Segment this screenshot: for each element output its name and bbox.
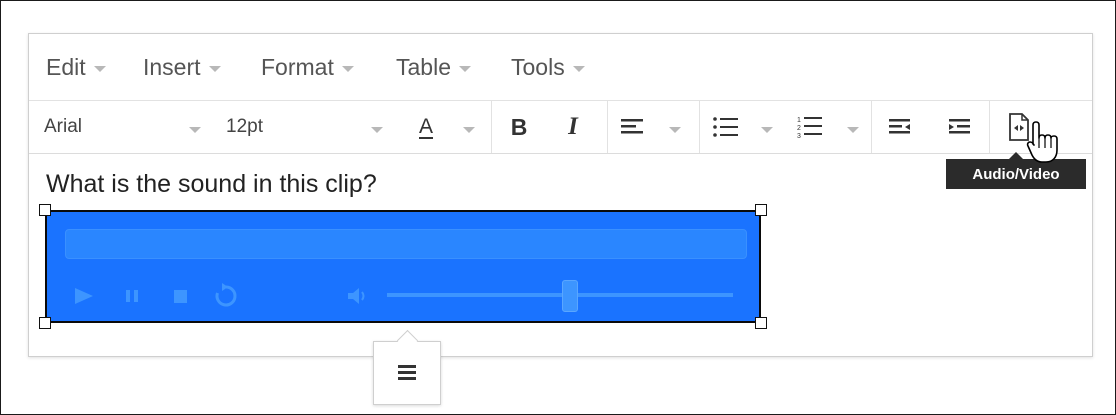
font-color-button[interactable]: A xyxy=(419,101,479,153)
menu-table-label: Table xyxy=(396,54,451,80)
editor-content-area[interactable]: What is the sound in this clip? xyxy=(29,153,1092,356)
replay-button[interactable] xyxy=(213,283,239,309)
align-left-button[interactable] xyxy=(621,101,686,153)
menu-format-label: Format xyxy=(261,54,334,80)
menu-tools-label: Tools xyxy=(511,54,565,80)
stop-icon xyxy=(174,290,187,303)
italic-button[interactable]: I xyxy=(559,101,587,153)
toolbar-separator xyxy=(607,101,608,153)
resize-handle-top-right[interactable] xyxy=(755,204,767,216)
resize-handle-bottom-left[interactable] xyxy=(39,317,51,329)
tooltip-arrow xyxy=(1009,152,1023,159)
chevron-down-icon xyxy=(847,127,859,133)
menu-bar: Edit Insert Format Table Tools xyxy=(29,34,1092,100)
chevron-down-icon xyxy=(463,127,475,133)
replay-icon xyxy=(215,283,237,307)
svg-text:1: 1 xyxy=(797,117,801,124)
italic-glyph: I xyxy=(568,113,578,140)
indent-button[interactable] xyxy=(945,101,975,153)
toolbar-separator xyxy=(871,101,872,153)
outdent-button[interactable] xyxy=(885,101,915,153)
formatting-toolbar: Arial 12pt A B I 1 2 3 xyxy=(29,100,1092,154)
pause-button[interactable] xyxy=(119,283,145,309)
play-button[interactable] xyxy=(71,283,97,309)
bullet-list-button[interactable] xyxy=(713,101,777,153)
numbered-list-icon: 1 2 3 xyxy=(797,117,822,139)
chevron-down-icon xyxy=(208,65,221,72)
bold-glyph: B xyxy=(510,113,528,140)
indent-icon xyxy=(949,119,970,134)
question-text: What is the sound in this clip? xyxy=(46,170,377,198)
toolbar-separator xyxy=(699,101,700,153)
menu-insert-label: Insert xyxy=(143,54,201,80)
menu-edit-label: Edit xyxy=(46,54,86,80)
menu-tools[interactable]: Tools xyxy=(511,54,585,81)
hand-pointer-cursor-icon xyxy=(1026,120,1060,169)
toolbar-separator xyxy=(491,101,492,153)
chevron-down-icon xyxy=(761,127,773,133)
tooltip: Audio/Video xyxy=(946,152,1086,189)
resize-handle-top-left[interactable] xyxy=(39,204,51,216)
menu-insert[interactable]: Insert xyxy=(143,54,221,81)
numbered-list-button[interactable]: 1 2 3 xyxy=(797,101,861,153)
chevron-down-icon xyxy=(371,127,383,133)
hamburger-icon xyxy=(398,365,416,380)
rich-text-editor: Edit Insert Format Table Tools Arial 12p… xyxy=(28,33,1093,357)
context-toolbar-popup xyxy=(373,329,441,405)
font-size-select[interactable]: 12pt xyxy=(226,101,386,153)
outdent-icon xyxy=(889,119,910,134)
resize-handle-bottom-right[interactable] xyxy=(755,317,767,329)
play-icon xyxy=(75,288,93,304)
chevron-down-icon xyxy=(572,65,585,72)
align-left-icon xyxy=(621,119,643,134)
svg-text:3: 3 xyxy=(797,133,801,139)
menu-edit[interactable]: Edit xyxy=(46,54,106,81)
font-family-value: Arial xyxy=(44,116,83,137)
chevron-down-icon xyxy=(189,127,201,133)
alignment-menu-button[interactable] xyxy=(393,362,421,384)
svg-text:2: 2 xyxy=(797,125,801,132)
bullet-list-icon xyxy=(713,117,738,137)
volume-slider-track[interactable] xyxy=(387,293,733,297)
mute-button[interactable] xyxy=(345,283,371,309)
pause-icon xyxy=(126,290,138,302)
chevron-down-icon xyxy=(669,127,681,133)
chevron-down-icon xyxy=(93,65,106,72)
font-family-select[interactable]: Arial xyxy=(44,101,204,153)
media-player[interactable] xyxy=(45,210,761,323)
volume-icon xyxy=(348,288,365,304)
menu-format[interactable]: Format xyxy=(261,54,354,81)
media-progress-bar[interactable] xyxy=(65,229,747,259)
chevron-down-icon xyxy=(458,65,471,72)
stop-button[interactable] xyxy=(167,283,193,309)
volume-slider-thumb[interactable] xyxy=(562,280,579,312)
bold-button[interactable]: B xyxy=(505,101,533,153)
menu-table[interactable]: Table xyxy=(396,54,471,81)
chevron-down-icon xyxy=(341,65,354,72)
toolbar-separator xyxy=(989,101,990,153)
font-color-glyph: A xyxy=(419,115,434,138)
font-size-value: 12pt xyxy=(226,116,263,137)
